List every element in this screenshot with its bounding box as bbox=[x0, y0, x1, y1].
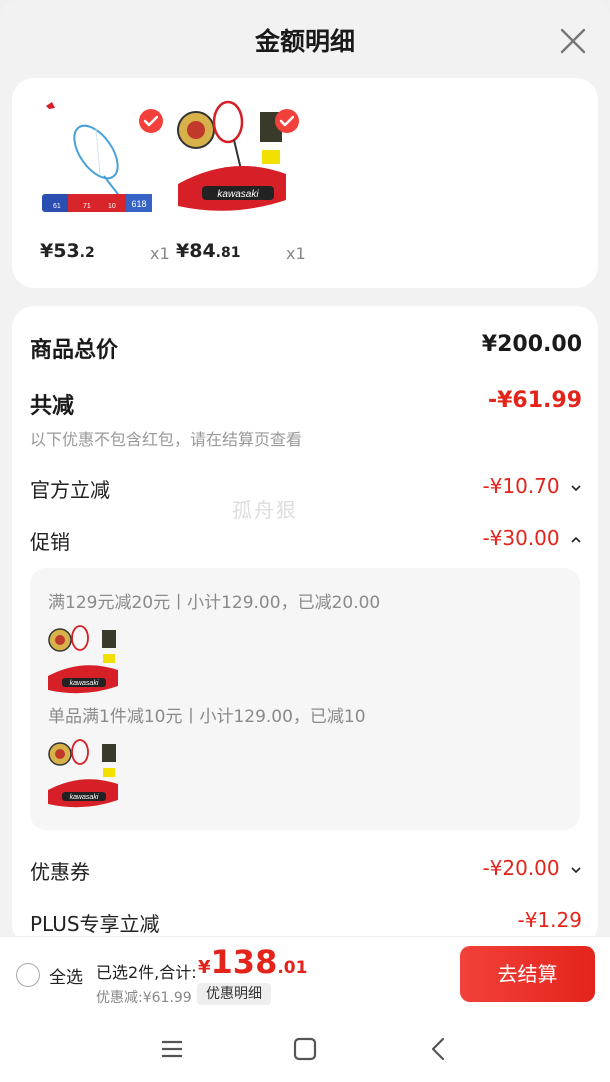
svg-text:kawasaki: kawasaki bbox=[217, 189, 259, 200]
system-nav-bar bbox=[0, 1012, 610, 1082]
selected-check-icon[interactable] bbox=[138, 108, 164, 134]
svg-text:kawasaki: kawasaki bbox=[70, 680, 99, 687]
checkout-button[interactable]: 去结算 bbox=[460, 946, 595, 1002]
coupon-value: -¥20.00 bbox=[482, 856, 582, 880]
chevron-up-icon bbox=[571, 536, 581, 543]
official-discount-label: 官方立减 bbox=[30, 478, 110, 502]
plus-discount-label: PLUS专享立减 bbox=[30, 912, 160, 936]
menu-icon[interactable] bbox=[157, 1034, 187, 1064]
products-card: 618 61 71 10 ¥53.2 x1 kawasaki ¥84.81 x1 bbox=[12, 78, 598, 288]
home-icon[interactable] bbox=[290, 1034, 320, 1064]
product-item[interactable]: kawasaki ¥84.81 x1 bbox=[174, 94, 306, 274]
product-price: ¥84.81 bbox=[176, 240, 241, 262]
chevron-down-icon bbox=[571, 484, 581, 491]
chevron-down-icon bbox=[571, 866, 581, 873]
total-price-label: 商品总价 bbox=[30, 338, 119, 363]
total-reduce-label: 共减 bbox=[30, 394, 75, 419]
svg-text:618: 618 bbox=[131, 199, 146, 209]
svg-text:61: 61 bbox=[53, 203, 61, 210]
product-quantity: x1 bbox=[286, 244, 306, 263]
promotion-value: -¥30.00 bbox=[482, 526, 582, 550]
total-amount: ¥138.01 bbox=[198, 943, 308, 981]
svg-text:71: 71 bbox=[83, 203, 91, 210]
watermark: 孤舟狠 bbox=[232, 498, 298, 522]
promotion-product-thumbnail: kawasaki bbox=[46, 738, 120, 810]
plus-discount-value: -¥1.29 bbox=[517, 908, 582, 932]
product-quantity: x1 bbox=[150, 244, 170, 263]
coupon-label: 优惠券 bbox=[30, 860, 90, 884]
checkout-bar: 全选 已选2件,合计: ¥138.01 优惠减:¥61.99 优惠明细 去结算 bbox=[0, 936, 610, 1013]
svg-text:10: 10 bbox=[108, 203, 116, 210]
promotion-product-thumbnail: kawasaki bbox=[46, 624, 120, 696]
total-reduce-value: -¥61.99 bbox=[487, 388, 582, 413]
product-price: ¥53.2 bbox=[40, 240, 95, 262]
promotion-item-text: 满129元减20元丨小计129.00，已减20.00 bbox=[48, 593, 381, 613]
close-icon[interactable] bbox=[556, 24, 590, 58]
select-all-label[interactable]: 全选 bbox=[49, 963, 83, 988]
select-all-checkbox[interactable] bbox=[16, 963, 40, 987]
discount-note: 优惠减:¥61.99 bbox=[96, 990, 192, 1006]
discount-detail-button[interactable]: 优惠明细 bbox=[197, 983, 271, 1005]
total-price-value: ¥200.00 bbox=[481, 332, 582, 357]
selected-count-text: 已选2件,合计: bbox=[96, 963, 197, 982]
amount-detail-sheet: 金额明细 618 61 71 10 ¥53.2 x1 kawasaki ¥84.… bbox=[0, 0, 610, 1082]
back-icon[interactable] bbox=[424, 1034, 454, 1064]
price-detail-card: 商品总价 ¥200.00 共减 -¥61.99 以下优惠不包含红包，请在结算页查… bbox=[12, 306, 598, 946]
official-discount-value: -¥10.70 bbox=[482, 474, 582, 498]
page-title: 金额明细 bbox=[254, 27, 355, 56]
sheet-header: 金额明细 bbox=[0, 0, 610, 78]
product-item[interactable]: 618 61 71 10 ¥53.2 x1 bbox=[38, 94, 170, 274]
selected-check-icon[interactable] bbox=[274, 108, 300, 134]
promotion-details: 满129元减20元丨小计129.00，已减20.00 kawasaki 单品满1… bbox=[30, 568, 580, 830]
promotion-label: 促销 bbox=[30, 530, 70, 554]
reduce-note: 以下优惠不包含红包，请在结算页查看 bbox=[30, 430, 303, 449]
promotion-item-text: 单品满1件减10元丨小计129.00，已减10 bbox=[48, 707, 366, 727]
svg-text:kawasaki: kawasaki bbox=[70, 794, 99, 801]
